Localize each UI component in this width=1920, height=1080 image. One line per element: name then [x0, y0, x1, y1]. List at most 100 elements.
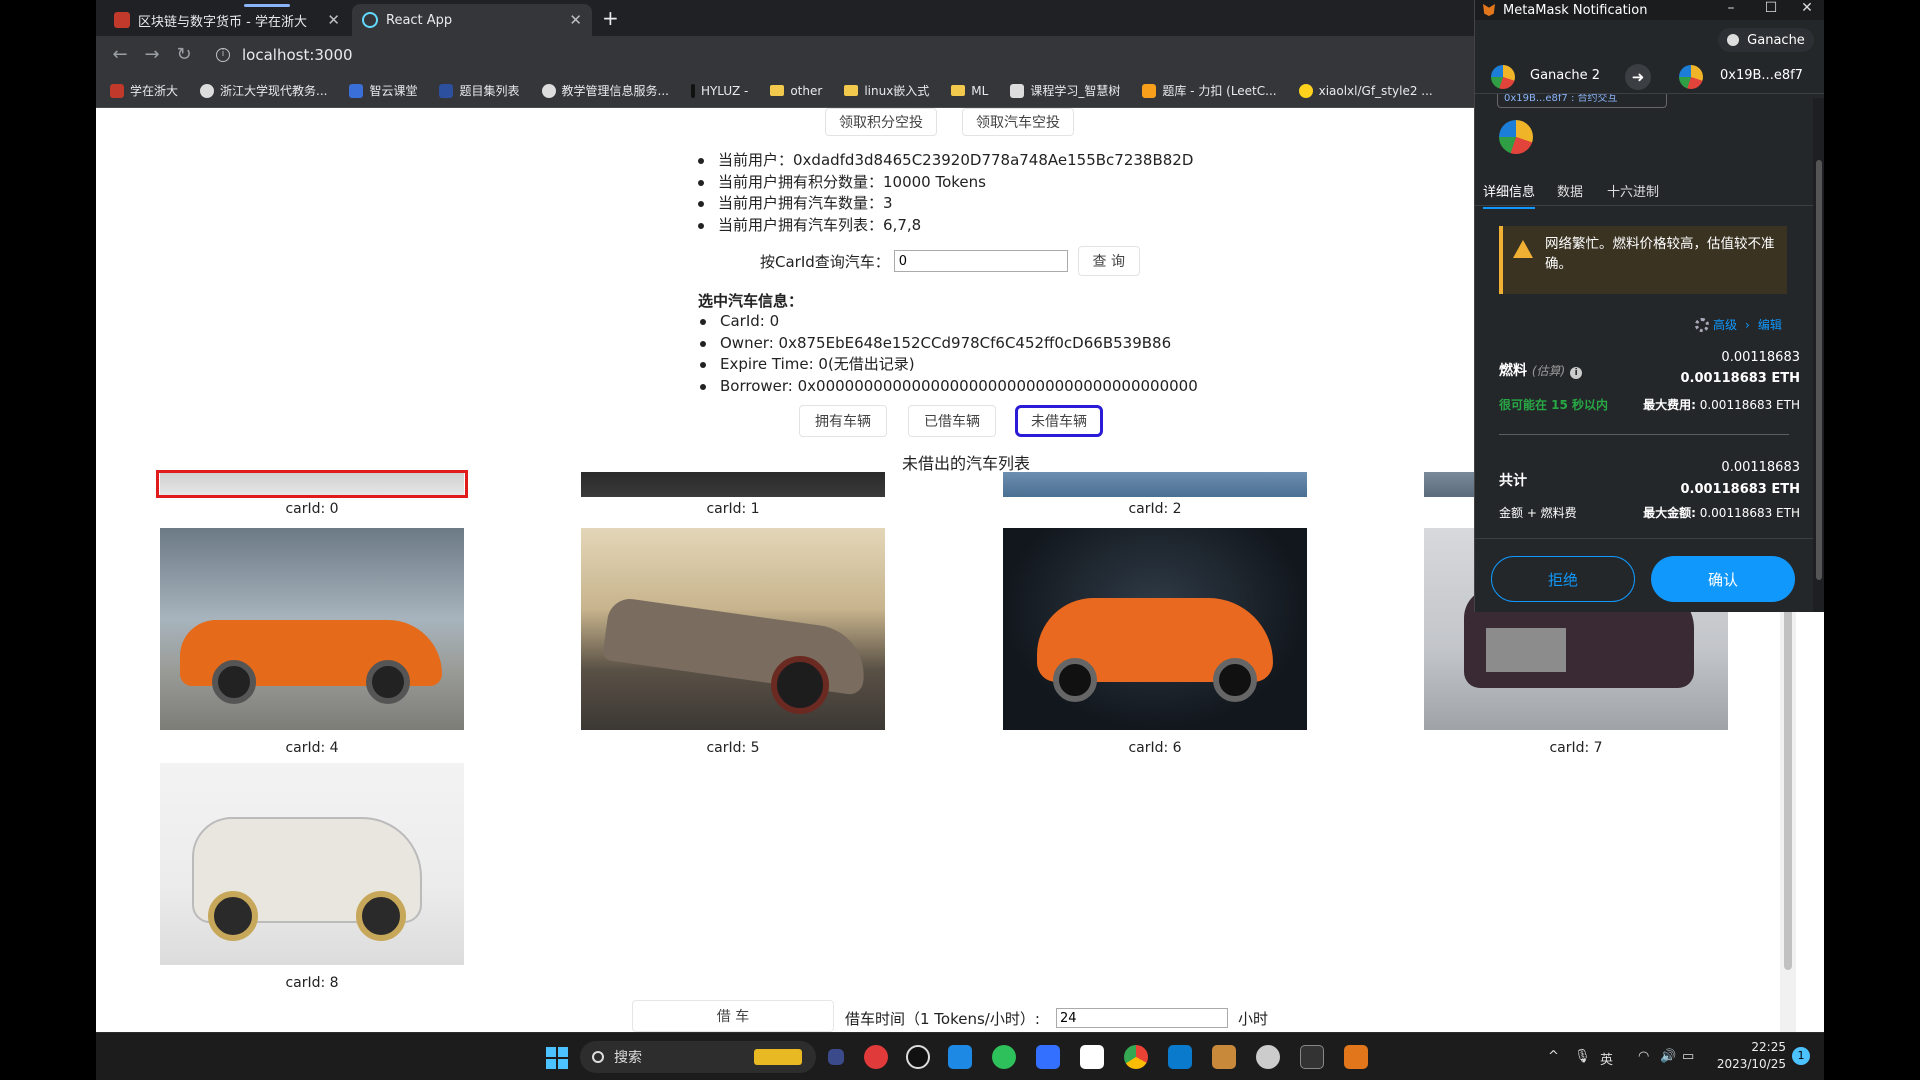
metamask-scrollbar[interactable] — [1813, 98, 1824, 612]
bookmark-item[interactable]: HYLUZ - — [690, 83, 748, 98]
contract-avatar — [1499, 120, 1533, 154]
claim-points-airdrop-button[interactable]: 领取积分空投 — [825, 108, 937, 136]
metamask-tabs: 详细信息 数据 十六进制 — [1475, 175, 1824, 209]
car-card[interactable]: carId: 2 — [1003, 472, 1307, 517]
package-icon[interactable] — [1212, 1045, 1236, 1069]
car-id-input[interactable] — [893, 250, 1068, 272]
edit-label[interactable]: 编辑 — [1758, 316, 1782, 333]
info-icon[interactable]: i — [1570, 367, 1583, 379]
bookmark-item[interactable]: 浙江大学现代教务... — [200, 82, 327, 99]
volume-icon[interactable]: 🔊 — [1660, 1049, 1676, 1064]
car-id-label: carId: 4 — [285, 740, 339, 756]
filter-borrowed-button[interactable]: 已借车辆 — [908, 405, 996, 437]
tab-data[interactable]: 数据 — [1557, 181, 1583, 200]
bookmark-item[interactable]: xiaolxl/Gf_style2 ... — [1298, 83, 1433, 98]
address-bar[interactable]: i localhost:3000 — [204, 41, 1454, 69]
tab-react-app[interactable]: React App ✕ — [352, 4, 592, 36]
close-icon[interactable]: ✕ — [1787, 0, 1824, 16]
microphone-icon[interactable]: 🎙 — [1574, 1049, 1591, 1064]
bookmark-item[interactable]: 智云课堂 — [349, 82, 417, 99]
network-icon — [1727, 34, 1740, 46]
folder-icon — [844, 85, 859, 96]
car-id-label: carId: 5 — [706, 740, 760, 756]
claim-car-airdrop-button[interactable]: 领取汽车空投 — [962, 108, 1074, 136]
back-icon[interactable]: ← — [108, 44, 132, 65]
maximize-icon[interactable]: ☐ — [1751, 0, 1791, 16]
warning-icon — [1513, 240, 1533, 258]
window-manager-icon[interactable] — [948, 1045, 972, 1069]
filter-owned-button[interactable]: 拥有车辆 — [799, 405, 887, 437]
bookmark-item[interactable]: 题库 - 力扣 (LeetC... — [1142, 82, 1277, 99]
netease-music-icon[interactable] — [864, 1045, 888, 1069]
bookmark-icon — [1142, 83, 1157, 98]
new-tab-button[interactable]: + — [602, 6, 619, 30]
forward-icon[interactable]: → — [140, 44, 164, 65]
clock-time: 22:25 — [1751, 1040, 1786, 1054]
total-amount: 0.00118683 — [1721, 460, 1800, 475]
selected-car-borrower: Borrower: 0x0000000000000000000000000000… — [698, 376, 1198, 398]
tab-hex[interactable]: 十六进制 — [1607, 181, 1659, 200]
user-info-list: 当前用户：0xdadfd3d8465C23920D778a748Ae155Bc7… — [696, 150, 1193, 236]
input-language[interactable]: 英 — [1600, 1049, 1613, 1068]
arrow-right-icon: ➜ — [1625, 64, 1651, 90]
bookmark-item[interactable]: 课程学习_智慧树 — [1010, 82, 1120, 99]
qq-icon[interactable] — [906, 1045, 930, 1069]
bookmark-folder[interactable]: ML — [951, 84, 988, 98]
bookmark-item[interactable]: 教学管理信息服务... — [541, 82, 669, 99]
network-selector[interactable]: Ganache — [1718, 28, 1814, 52]
wheel-shape — [771, 656, 829, 714]
vscode-icon[interactable] — [1168, 1045, 1192, 1069]
car-card[interactable]: carId: 8 — [160, 763, 464, 991]
reload-icon[interactable]: ↻ — [172, 44, 196, 65]
car-id-label: carId: 0 — [285, 501, 339, 517]
bookmark-icon — [439, 83, 454, 98]
tab-course[interactable]: 区块链与数字货币 - 学在浙大 ✕ — [104, 4, 350, 36]
filter-available-button[interactable]: 未借车辆 — [1015, 405, 1103, 437]
from-account: Ganache 2 — [1530, 68, 1601, 83]
bookmark-folder[interactable]: linux嵌入式 — [844, 82, 929, 99]
taskview-icon[interactable] — [828, 1049, 844, 1065]
chevron-up-icon[interactable]: ^ — [1548, 1049, 1559, 1064]
scrollbar-thumb[interactable] — [1816, 160, 1822, 580]
site-info-icon[interactable]: i — [216, 48, 230, 62]
update-icon[interactable] — [1256, 1045, 1280, 1069]
car-image — [1003, 472, 1307, 497]
clock[interactable]: 22:25 2023/10/25 — [1716, 1039, 1786, 1073]
current-user: 当前用户：0xdadfd3d8465C23920D778a748Ae155Bc7… — [696, 150, 1193, 172]
close-icon[interactable]: ✕ — [327, 11, 340, 29]
metamask-icon[interactable] — [1344, 1045, 1368, 1069]
bookmark-folder[interactable]: other — [770, 84, 822, 98]
tab-details[interactable]: 详细信息 — [1483, 181, 1536, 209]
car-card[interactable]: carId: 4 — [160, 528, 464, 756]
borrow-car-button[interactable]: 借 车 — [632, 1000, 834, 1032]
close-icon[interactable]: ✕ — [569, 11, 582, 29]
gas-advanced-link[interactable]: 高级 › 编辑 — [1695, 316, 1782, 333]
hour-unit-label: 小时 — [1238, 1010, 1269, 1028]
minimize-icon[interactable]: – — [1711, 0, 1751, 16]
car-card[interactable]: carId: 5 — [581, 528, 885, 756]
max-total: 最大金额: 0.00118683 ETH — [1643, 506, 1800, 520]
bookmark-item[interactable]: 学在浙大 — [110, 82, 178, 99]
divider — [1499, 434, 1789, 435]
wifi-icon[interactable]: ◠ — [1638, 1049, 1649, 1064]
react-icon — [362, 12, 378, 28]
terminal-icon[interactable] — [1300, 1045, 1324, 1069]
car-card[interactable]: carId: 6 — [1003, 528, 1307, 756]
wechat-icon[interactable] — [992, 1045, 1016, 1069]
taskbar: 搜索 ^ 🎙 英 ◠ 🔊 ▭ 22:25 2023/10/25 1 — [96, 1032, 1824, 1080]
reject-button[interactable]: 拒绝 — [1491, 556, 1635, 602]
confirm-button[interactable]: 确认 — [1651, 556, 1795, 602]
desktop: 区块链与数字货币 - 学在浙大 ✕ React App ✕ + ← → ↻ i … — [0, 0, 1920, 1080]
windows-start-icon[interactable] — [546, 1047, 568, 1069]
folder-icon — [770, 85, 785, 96]
borrow-hours-input[interactable] — [1056, 1008, 1228, 1028]
car-card[interactable]: carId: 1 — [581, 472, 885, 517]
taskbar-search[interactable]: 搜索 — [580, 1041, 816, 1073]
chrome-icon[interactable] — [1124, 1045, 1148, 1069]
notification-badge[interactable]: 1 — [1792, 1047, 1810, 1065]
feishu-icon[interactable] — [1036, 1045, 1060, 1069]
battery-icon[interactable]: ▭ — [1682, 1049, 1694, 1064]
bookmark-item[interactable]: 题目集列表 — [439, 82, 520, 99]
typora-icon[interactable] — [1080, 1045, 1104, 1069]
query-button[interactable]: 查 询 — [1077, 246, 1140, 276]
